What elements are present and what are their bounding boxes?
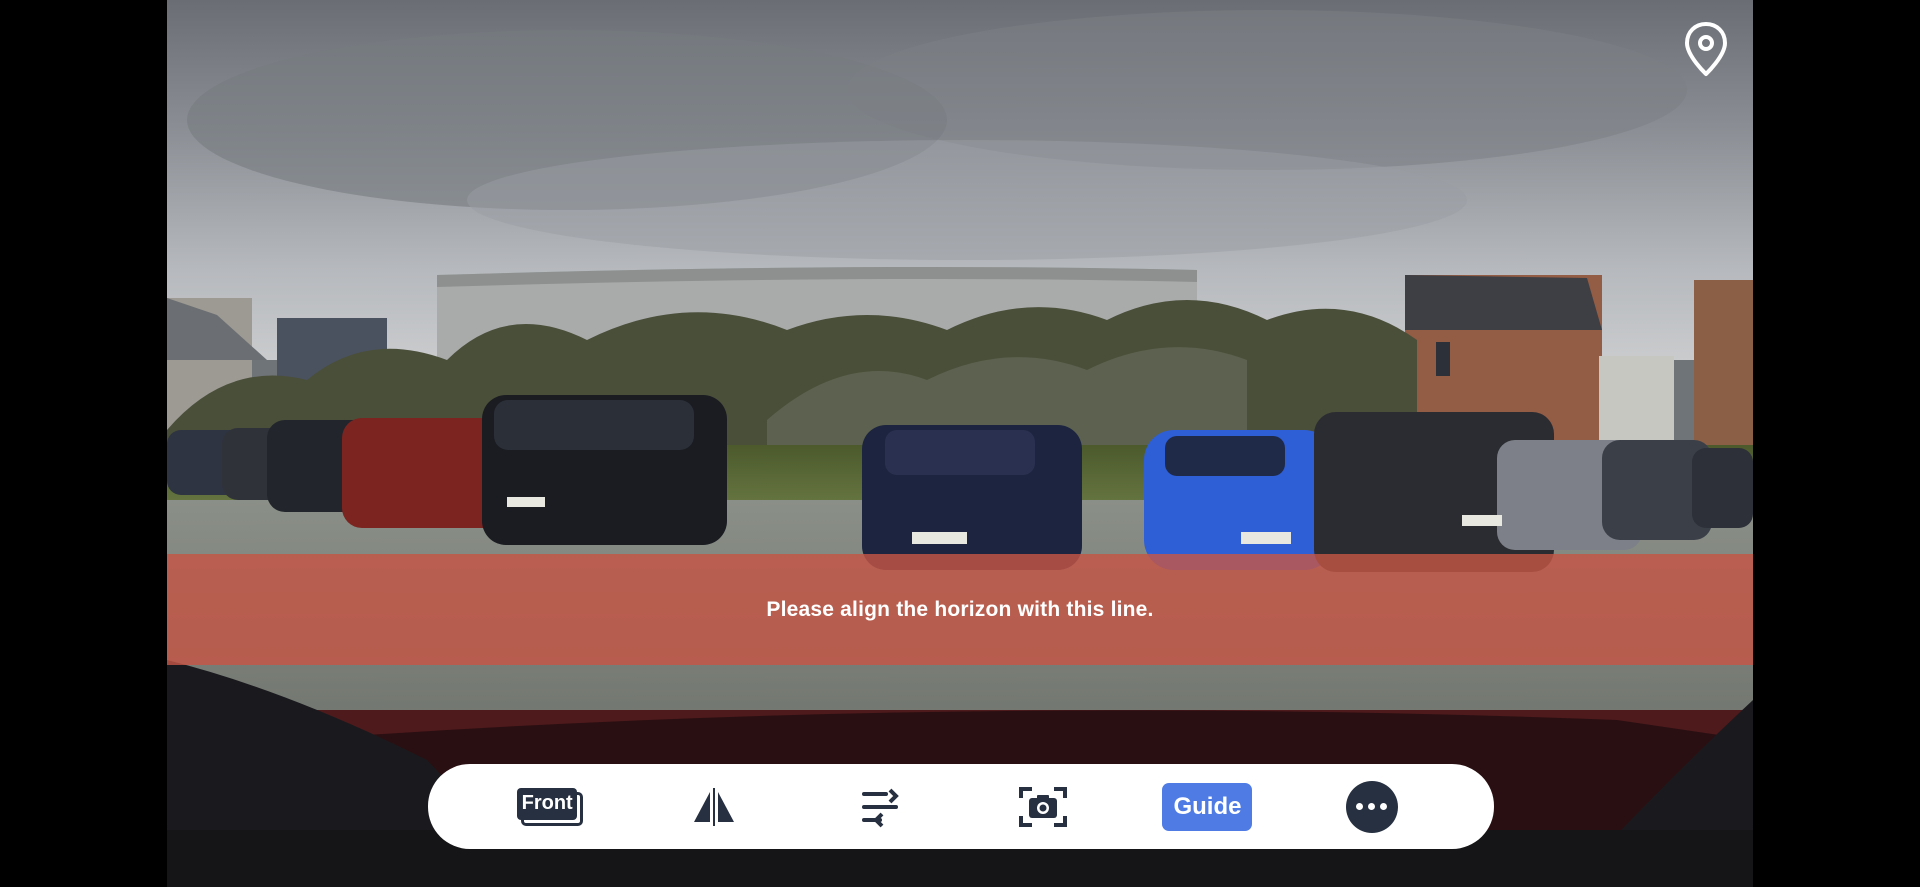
dashcam-calibration-screen: Please align the horizon with this line.… (0, 0, 1920, 887)
horizon-align-icon (861, 788, 899, 827)
more-dots-icon (1356, 803, 1364, 810)
front-camera-icon: Front (517, 787, 584, 826)
camera-capture-icon (1019, 786, 1068, 827)
location-pin-button[interactable] (1681, 20, 1731, 80)
screenshot-button[interactable] (998, 777, 1088, 837)
horizon-guide-band: Please align the horizon with this line. (167, 554, 1753, 665)
front-camera-label: Front (517, 787, 578, 820)
horizon-align-button[interactable] (834, 777, 924, 837)
horizon-instruction: Please align the horizon with this line. (766, 597, 1154, 621)
location-pin-icon (1685, 22, 1727, 76)
camera-feed: Please align the horizon with this line. (167, 0, 1753, 887)
camera-feed-image (167, 0, 1753, 887)
guide-button-wrap: Guide (1162, 777, 1253, 837)
bottom-toolbar: Front Guide (428, 764, 1494, 849)
more-button-wrap (1327, 777, 1417, 837)
mirror-flip-icon (694, 787, 735, 826)
more-options-button[interactable] (1345, 780, 1398, 833)
guide-button[interactable]: Guide (1162, 782, 1253, 831)
mirror-flip-button[interactable] (669, 777, 759, 837)
front-camera-button[interactable]: Front (505, 777, 595, 837)
